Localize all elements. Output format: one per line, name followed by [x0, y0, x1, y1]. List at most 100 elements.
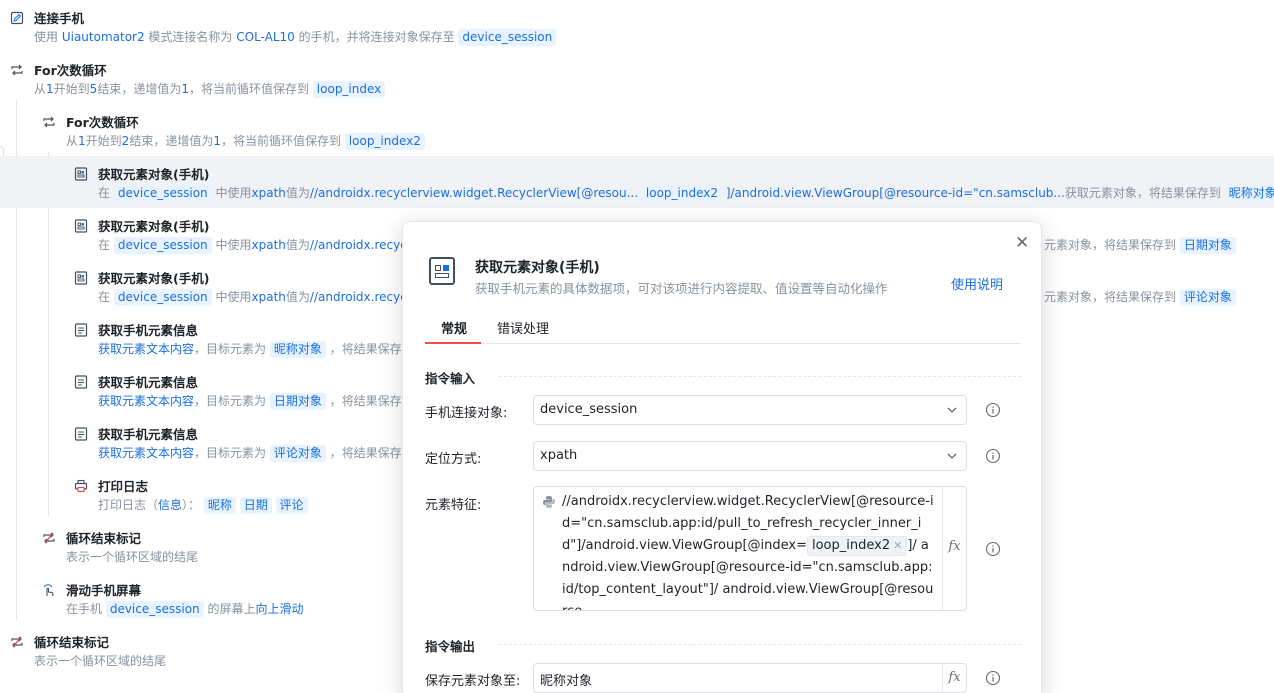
edit-icon	[10, 10, 24, 25]
variable-tag[interactable]: loop_index	[312, 81, 386, 98]
desc-text: 元素对象，将结果保存到	[1044, 238, 1180, 252]
desc-text: ）：	[182, 498, 204, 512]
loop-end-icon	[42, 530, 56, 544]
desc-text: 结束，递增值为	[97, 82, 182, 96]
device-select-value: device_session	[540, 402, 638, 417]
active-tab-indicator	[425, 342, 481, 344]
step-title: 打印日志	[98, 479, 149, 494]
info-icon[interactable]	[985, 448, 1001, 464]
variable-tag[interactable]: 昵称对象	[269, 341, 326, 358]
flow-step[interactable]: For次数循环 从1开始到5结束，递增值为1，将当前循环值保存到 loop_ind…	[0, 52, 1274, 104]
fx-button[interactable]: fx	[942, 664, 966, 692]
variable-tag[interactable]: 评论对象	[1179, 289, 1236, 306]
save-variable-input[interactable]: 昵称对象 fx	[533, 663, 967, 693]
param-value: Uiautomator2	[61, 30, 145, 44]
locate-method-select[interactable]: xpath	[533, 441, 967, 471]
desc-text: ，将当前循环值保存到	[220, 134, 345, 148]
variable-tag[interactable]: device_session	[113, 289, 212, 306]
info-icon[interactable]	[985, 402, 1001, 418]
fx-button[interactable]: fx	[942, 487, 966, 610]
flow-step[interactable]: 连接手机 使用 Uiautomator2 模式连接名称为 COL-AL10 的手机…	[0, 0, 1274, 52]
step-description: 从1开始到5结束，递增值为1，将当前循环值保存到 loop_index	[34, 80, 386, 98]
dialog-title: 获取元素对象(手机)	[475, 260, 600, 276]
python-icon	[543, 496, 555, 508]
remove-chip-icon[interactable]: ✕	[893, 539, 902, 552]
element-info-icon	[74, 322, 88, 337]
flow-step[interactable]: For次数循环 从1开始到2结束，递增值为1，将当前循环值保存到 loop_ind…	[0, 104, 1274, 156]
variable-tag[interactable]: device_session	[113, 237, 212, 254]
close-icon[interactable]: ✕	[1015, 235, 1029, 252]
param-value: //androidx.recyclerview.widget.RecyclerV…	[309, 186, 639, 200]
step-title: 获取手机元素信息	[98, 427, 199, 442]
variable-tag[interactable]: 评论对象	[269, 445, 326, 462]
device-select[interactable]: device_session	[533, 395, 967, 425]
tab-general[interactable]: 常规	[441, 318, 467, 337]
desc-text: 中使用	[211, 186, 252, 200]
element-feature-text: //androidx.recyclerview.widget.RecyclerV…	[562, 494, 934, 610]
desc-text: 表示一个循环区域的结尾	[34, 654, 167, 668]
param-value: 信息	[158, 498, 183, 512]
step-description: 获取元素文本内容，目标元素为 日期对象 ，将结果保存至	[98, 392, 414, 410]
help-link[interactable]: 使用说明	[951, 274, 1003, 293]
step-title: 获取手机元素信息	[98, 323, 199, 338]
desc-text: ，目标元素为	[194, 446, 270, 460]
variable-tag[interactable]: 昵称	[203, 497, 236, 514]
step-title: 循环结束标记	[66, 531, 142, 546]
step-description: 打印日志（信息）： 昵称 日期 评论	[98, 496, 308, 514]
variable-chip[interactable]: loop_index2 ✕	[806, 536, 908, 556]
desc-text: 中使用	[211, 238, 252, 252]
param-value: 1	[181, 82, 189, 96]
param-value: xpath	[251, 186, 286, 200]
param-value: 获取元素文本内容	[98, 394, 195, 408]
element-object-icon	[74, 218, 88, 233]
variable-tag[interactable]: device_session	[113, 185, 212, 202]
desc-text	[272, 498, 276, 512]
variable-tag[interactable]: loop_index2	[344, 133, 425, 150]
desc-text: 表示一个循环区域的结尾	[66, 550, 199, 564]
step-title: 获取元素对象(手机)	[98, 219, 210, 234]
variable-tag[interactable]: 日期	[239, 497, 272, 514]
desc-text: 在	[98, 238, 114, 252]
flow-step[interactable]: 获取元素对象(手机) 在 device_session 中使用xpath值为//a…	[0, 156, 1274, 208]
section-divider	[499, 376, 1021, 377]
variable-tag[interactable]: 日期对象	[269, 393, 326, 410]
step-title: 获取元素对象(手机)	[98, 271, 210, 286]
desc-text: 从	[34, 82, 47, 96]
param-value: 1	[78, 134, 86, 148]
variable-tag[interactable]: device_session	[105, 601, 204, 618]
save-variable-value: 昵称对象	[540, 674, 593, 689]
desc-text: 开始到	[85, 134, 122, 148]
param-value: xpath	[251, 290, 286, 304]
element-object-icon	[429, 257, 455, 285]
info-icon[interactable]	[985, 670, 1001, 686]
step-description: 在 device_session 中使用xpath值为//androidx.re…	[98, 288, 418, 306]
step-description: 在 device_session 中使用xpath值为//androidx.re…	[98, 184, 1274, 202]
tab-error-handling[interactable]: 错误处理	[497, 318, 549, 337]
desc-text: 使用	[34, 30, 62, 44]
step-title: 连接手机	[34, 11, 85, 26]
variable-tag[interactable]: device_session	[458, 29, 557, 46]
variable-tag[interactable]: 日期对象	[1179, 237, 1236, 254]
variable-tag[interactable]: loop_index2	[641, 185, 722, 202]
step-description: 在手机 device_session 的屏幕上向上滑动	[66, 600, 304, 618]
save-label: 保存元素对象至:	[425, 674, 521, 689]
desc-text: 在	[98, 290, 114, 304]
element-feature-input[interactable]: //androidx.recyclerview.widget.RecyclerV…	[533, 486, 967, 611]
step-description: 获取元素文本内容，目标元素为 昵称对象 ，将结果保存至	[98, 340, 414, 358]
step-description-tail: 元素对象，将结果保存到 日期对象	[1044, 236, 1236, 254]
printer-icon	[74, 478, 88, 493]
step-description: 在 device_session 中使用xpath值为//androidx.re…	[98, 236, 418, 254]
step-title: For次数循环	[66, 115, 139, 130]
desc-text: 中使用	[211, 290, 252, 304]
step-title: 循环结束标记	[34, 635, 110, 650]
step-title: 获取元素对象(手机)	[98, 167, 210, 182]
loop-icon	[42, 114, 56, 128]
desc-text: ，将当前循环值保存到	[188, 82, 313, 96]
locate-select-value: xpath	[540, 448, 578, 463]
output-section-title: 指令输出	[425, 639, 476, 654]
variable-tag[interactable]: 评论	[275, 497, 308, 514]
desc-text: 在	[98, 186, 114, 200]
chevron-down-icon	[947, 407, 957, 413]
variable-tag[interactable]: 昵称对象	[1224, 185, 1274, 202]
info-icon[interactable]	[985, 541, 1001, 557]
